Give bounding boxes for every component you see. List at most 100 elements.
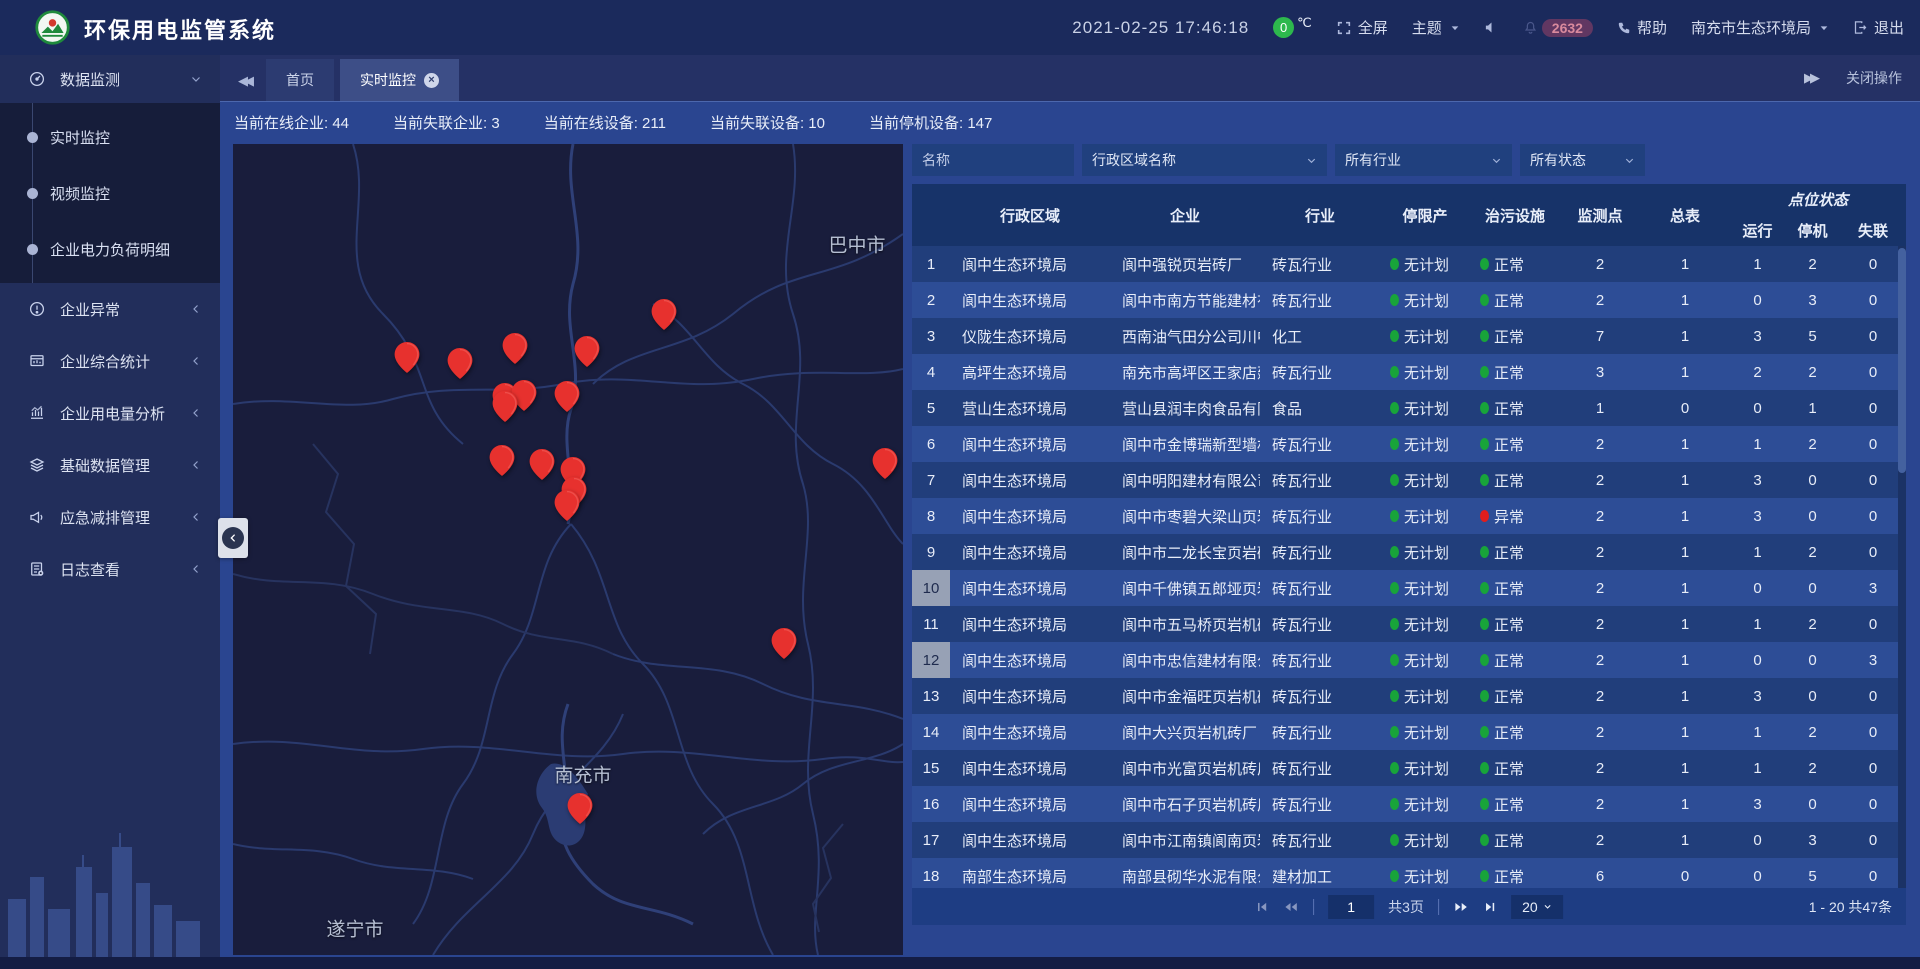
status-dot-green-icon (1390, 798, 1399, 810)
map-pin-icon[interactable] (555, 490, 580, 521)
cell-company: 阆中明阳建材有限公司 (1110, 470, 1260, 491)
table-header: 行政区域 企业 行业 停限产 治污设施 监测点 总表 点位状态 运行 停机 失联 (912, 184, 1906, 246)
table-row[interactable]: 10阆中生态环境局阆中千佛镇五郎垭页岩砖瓦行业无计划正常21003 (912, 570, 1906, 606)
cell-stopped: 0 (1785, 580, 1840, 597)
sidebar-item-日志查看[interactable]: 日志查看 (0, 543, 220, 595)
name-filter-input[interactable] (912, 144, 1074, 176)
tabs-scroll-left-icon[interactable]: ◀◀ (238, 73, 250, 89)
table-row[interactable]: 8阆中生态环境局阆中市枣碧大梁山页岩砖瓦行业无计划异常21300 (912, 498, 1906, 534)
industry-filter-select[interactable]: 所有行业 (1335, 144, 1512, 176)
map-pin-icon[interactable] (772, 628, 797, 659)
sound-icon[interactable] (1484, 20, 1499, 35)
cell-master-meter: 1 (1640, 652, 1730, 669)
sidebar-subitem-视频监控[interactable]: 视频监控 (0, 165, 220, 221)
table-row[interactable]: 3仪陇生态环境局西南油气田分公司川中化工无计划正常71350 (912, 318, 1906, 354)
cell-stopped: 2 (1785, 760, 1840, 777)
tab-bar: ◀◀ 首页 实时监控 × ▶▶ 关闭操作 (220, 55, 1920, 101)
cell-production-limit-label: 无计划 (1404, 506, 1449, 527)
table-row[interactable]: 9阆中生态环境局阆中市二龙长宝页岩砖砖瓦行业无计划正常21120 (912, 534, 1906, 570)
first-page-icon[interactable] (1255, 900, 1269, 914)
city-label-巴中市: 巴中市 (828, 231, 885, 258)
table-row[interactable]: 16阆中生态环境局阆中市石子页岩机砖厂砖瓦行业无计划正常21300 (912, 786, 1906, 822)
close-tab-icon[interactable]: × (424, 73, 439, 88)
map-pin-icon[interactable] (652, 299, 677, 330)
theme-dropdown[interactable]: 主题 (1412, 17, 1460, 38)
map-pin-icon[interactable] (575, 336, 600, 367)
region-filter-select[interactable]: 行政区域名称 (1082, 144, 1327, 176)
map-pin-icon[interactable] (448, 348, 473, 379)
table-row[interactable]: 7阆中生态环境局阆中明阳建材有限公司砖瓦行业无计划正常21300 (912, 462, 1906, 498)
table-scrollbar[interactable] (1898, 246, 1906, 888)
cell-master-meter: 1 (1640, 580, 1730, 597)
page-number-input[interactable] (1328, 895, 1374, 919)
table-row[interactable]: 18南部生态环境局南部县砌华水泥有限公建材加工无计划正常60050 (912, 858, 1906, 888)
cell-production-limit: 无计划 (1380, 506, 1470, 527)
next-page-icon[interactable] (1453, 900, 1469, 914)
cell-region: 阆中生态环境局 (950, 470, 1110, 491)
table-row[interactable]: 15阆中生态环境局阆中市光富页岩机砖厂砖瓦行业无计划正常21120 (912, 750, 1906, 786)
table-row[interactable]: 4高坪生态环境局南充市高坪区王家店建砖瓦行业无计划正常31220 (912, 354, 1906, 390)
table-row[interactable]: 11阆中生态环境局阆中市五马桥页岩机砖砖瓦行业无计划正常21120 (912, 606, 1906, 642)
sidebar-item-label: 应急减排管理 (60, 507, 190, 528)
notifications[interactable]: 2632 (1523, 19, 1593, 37)
status-filter-select[interactable]: 所有状态 (1520, 144, 1645, 176)
sidebar-item-企业用电量分析[interactable]: 企业用电量分析 (0, 387, 220, 439)
sidebar-subitem-企业电力负荷明细[interactable]: 企业电力负荷明细 (0, 221, 220, 277)
bullet-dot-icon (27, 132, 38, 143)
tab-realtime-monitor[interactable]: 实时监控 × (340, 59, 459, 101)
cell-production-limit-label: 无计划 (1404, 794, 1449, 815)
sidebar-item-企业综合统计[interactable]: 企业综合统计 (0, 335, 220, 387)
sidebar-item-基础数据管理[interactable]: 基础数据管理 (0, 439, 220, 491)
map-pin-icon[interactable] (490, 445, 515, 476)
cell-production-limit: 无计划 (1380, 362, 1470, 383)
table-row[interactable]: 13阆中生态环境局阆中市金福旺页岩机砖砖瓦行业无计划正常21300 (912, 678, 1906, 714)
sidebar-item-数据监测[interactable]: 数据监测 (0, 55, 220, 103)
map-pin-icon[interactable] (503, 333, 528, 364)
tab-home[interactable]: 首页 (266, 59, 334, 101)
fullscreen-button[interactable]: 全屏 (1336, 17, 1388, 38)
cell-stopped: 0 (1785, 796, 1840, 813)
cell-production-limit-label: 无计划 (1404, 542, 1449, 563)
prev-page-icon[interactable] (1283, 900, 1299, 914)
table-row[interactable]: 17阆中生态环境局阆中市江南镇阆南页岩砖瓦行业无计划正常21030 (912, 822, 1906, 858)
sidebar-collapse-button[interactable] (218, 518, 248, 558)
stats-icon (28, 352, 48, 370)
help-button[interactable]: 帮助 (1617, 17, 1667, 38)
map-pin-icon[interactable] (873, 448, 898, 479)
logout-button[interactable]: 退出 (1853, 17, 1904, 38)
page-size-select[interactable]: 20 (1511, 895, 1563, 919)
sidebar-item-应急减排管理[interactable]: 应急减排管理 (0, 491, 220, 543)
map-pin-icon[interactable] (395, 342, 420, 373)
table-row[interactable]: 1阆中生态环境局阆中强锐页岩砖厂砖瓦行业无计划正常21120 (912, 246, 1906, 282)
map-pin-icon[interactable] (568, 793, 593, 824)
user-dropdown[interactable]: 南充市生态环境局 (1691, 17, 1829, 38)
scrollbar-thumb[interactable] (1898, 248, 1906, 473)
close-operations-button[interactable]: 关闭操作 (1846, 68, 1902, 88)
cell-offline: 0 (1840, 616, 1906, 633)
sidebar-item-企业异常[interactable]: 企业异常 (0, 283, 220, 335)
last-page-icon[interactable] (1483, 900, 1497, 914)
sidebar-subitem-实时监控[interactable]: 实时监控 (0, 109, 220, 165)
map-pin-icon[interactable] (530, 449, 555, 480)
cell-industry: 砖瓦行业 (1260, 434, 1380, 455)
col-monitor-points: 监测点 (1560, 184, 1640, 246)
cell-pollution-facility: 异常 (1470, 506, 1560, 527)
tabs-scroll-right-icon[interactable]: ▶▶ (1804, 70, 1816, 86)
table-row[interactable]: 12阆中生态环境局阆中市忠信建材有限公砖瓦行业无计划正常21003 (912, 642, 1906, 678)
cell-row-number: 5 (912, 390, 950, 426)
table-row[interactable]: 2阆中生态环境局阆中市南方节能建材有砖瓦行业无计划正常21030 (912, 282, 1906, 318)
status-dot-green-icon (1480, 762, 1489, 774)
map-pin-icon[interactable] (555, 381, 580, 412)
cell-running: 1 (1730, 436, 1785, 453)
cell-row-number: 4 (912, 354, 950, 390)
map-panel[interactable]: 巴中市南充市遂宁市 (233, 144, 903, 955)
cell-offline: 0 (1840, 400, 1906, 417)
cell-pollution-facility: 正常 (1470, 722, 1560, 743)
cell-region: 阆中生态环境局 (950, 290, 1110, 311)
table-row[interactable]: 6阆中生态环境局阆中市金博瑞新型墙材砖瓦行业无计划正常21120 (912, 426, 1906, 462)
table-row[interactable]: 5营山生态环境局营山县润丰肉食品有限食品无计划正常10010 (912, 390, 1906, 426)
cell-production-limit: 无计划 (1380, 650, 1470, 671)
map-pin-icon[interactable] (493, 391, 518, 422)
cell-monitor-points: 2 (1560, 436, 1640, 453)
table-row[interactable]: 14阆中生态环境局阆中大兴页岩机砖厂砖瓦行业无计划正常21120 (912, 714, 1906, 750)
